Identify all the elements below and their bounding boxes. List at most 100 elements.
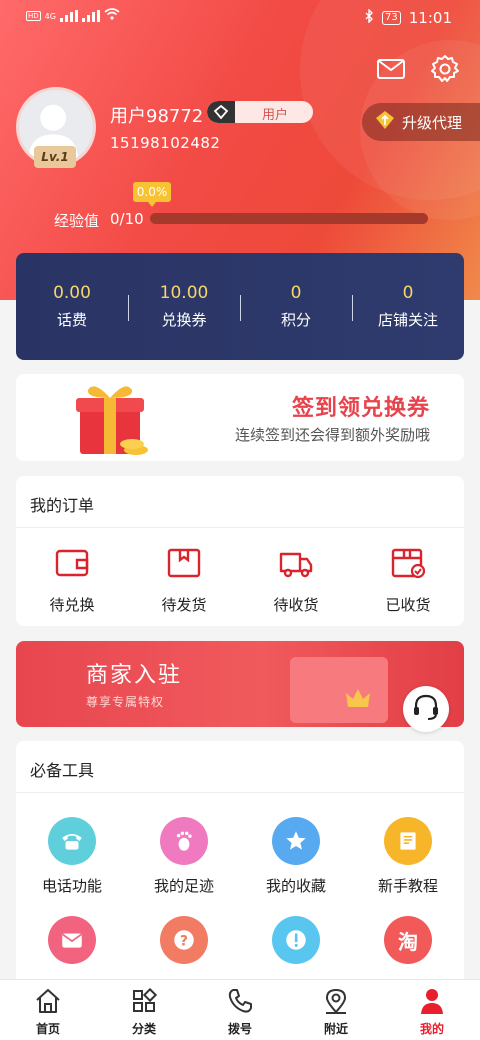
tools-title: 必备工具	[30, 761, 95, 780]
order-received[interactable]: 已收货	[352, 544, 464, 615]
person-icon	[417, 989, 447, 1020]
order-item-label: 待收货	[273, 596, 319, 614]
footprint-icon	[160, 817, 208, 865]
bottom-tab-bar: 首页 分类 拨号 附近 我的	[0, 979, 480, 1040]
stat-points[interactable]: 0 积分	[240, 283, 352, 330]
tool-footprints[interactable]: 我的足迹	[128, 817, 240, 896]
order-pending-receive[interactable]: 待收货	[240, 544, 352, 615]
tool-phone-function[interactable]: 电话功能	[16, 817, 128, 896]
tab-mine[interactable]: 我的	[384, 980, 480, 1040]
stat-label: 话费	[56, 311, 87, 329]
signin-banner[interactable]: 签到领兑换券 连续签到还会得到额外奖励哦	[16, 374, 464, 461]
tool-label: 新手教程	[377, 877, 438, 895]
signin-subtitle: 连续签到还会得到额外奖励哦	[234, 426, 430, 444]
tool-label: 我的足迹	[153, 877, 214, 895]
tool-tutorial[interactable]: 新手教程	[352, 817, 464, 896]
location-icon	[321, 988, 351, 1020]
stat-value: 10.00	[159, 283, 209, 303]
tool-help[interactable]: ?	[128, 916, 240, 964]
dial-icon	[225, 989, 255, 1020]
crown-card-image	[290, 657, 388, 723]
tool-messages[interactable]	[16, 916, 128, 964]
phone-number: 15198102482	[110, 134, 221, 152]
orders-card: 我的订单 待兑换 待发货 待收货 已收货	[16, 476, 464, 626]
username: 用户98772	[110, 106, 204, 127]
order-pending-redeem[interactable]: 待兑换	[16, 544, 128, 615]
upgrade-agent-label: 升级代理	[402, 113, 463, 132]
tool-favorites[interactable]: 我的收藏	[240, 817, 352, 896]
message-icon[interactable]	[376, 54, 406, 88]
stat-phone-credit[interactable]: 0.00 话费	[16, 283, 128, 330]
level-badge: Lv.1	[34, 146, 76, 168]
tab-home[interactable]: 首页	[0, 980, 96, 1040]
tool-notice[interactable]	[240, 916, 352, 964]
stat-followed-shops[interactable]: 0 店铺关注	[352, 283, 464, 330]
tool-label: 我的收藏	[265, 877, 326, 895]
star-icon	[272, 817, 320, 865]
tab-label: 拨号	[227, 1022, 252, 1036]
merchant-join-banner[interactable]: 商家入驻 尊享专属特权	[16, 641, 464, 727]
taobao-icon: 淘	[384, 916, 432, 964]
orders-title: 我的订单	[30, 496, 95, 515]
stat-value: 0	[290, 283, 302, 303]
tab-label: 首页	[35, 1022, 60, 1036]
signal-icon	[81, 10, 100, 22]
tab-nearby[interactable]: 附近	[288, 980, 384, 1040]
exp-label: 经验值	[54, 212, 100, 230]
wifi-icon	[104, 8, 120, 24]
settings-gear-icon[interactable]	[430, 54, 460, 88]
order-item-label: 待兑换	[49, 596, 95, 614]
stat-label: 积分	[280, 311, 311, 329]
tool-label: 电话功能	[41, 877, 102, 895]
received-box-icon	[389, 548, 427, 586]
status-bar: HD 4G 73 11:01	[0, 0, 480, 36]
merchant-banner-title: 商家入驻	[86, 663, 183, 688]
package-icon	[165, 548, 203, 586]
network-type: 4G	[44, 11, 56, 21]
account-stats: 0.00 话费 10.00 兑换券 0 积分 0 店铺关注	[16, 253, 464, 360]
tab-label: 分类	[131, 1022, 156, 1036]
stat-label: 兑换券	[161, 311, 207, 329]
role-badge: 用户	[207, 101, 313, 123]
stat-vouchers[interactable]: 10.00 兑换券	[128, 283, 240, 330]
signal-icon	[59, 10, 78, 22]
exp-value: 0/10	[110, 210, 144, 228]
phone-icon	[48, 817, 96, 865]
tab-dial[interactable]: 拨号	[192, 980, 288, 1040]
book-icon	[384, 817, 432, 865]
hd-icon: HD	[26, 11, 41, 21]
tab-label: 我的	[419, 1022, 444, 1036]
role-badge-label: 用户	[261, 108, 288, 123]
upgrade-agent-button[interactable]: 升级代理	[362, 103, 480, 141]
order-pending-ship[interactable]: 待发货	[128, 544, 240, 615]
svg-text:?: ?	[180, 933, 188, 949]
bluetooth-icon	[364, 8, 374, 27]
exp-percent-tip: 0.0%	[133, 182, 171, 207]
home-icon	[33, 989, 63, 1020]
signin-title: 签到领兑换券	[291, 396, 430, 421]
diamond-icon	[207, 101, 235, 123]
wallet-icon	[53, 549, 91, 586]
battery-icon: 73	[382, 11, 401, 25]
grid-icon	[129, 987, 159, 1020]
tool-taobao[interactable]: 淘	[352, 916, 464, 964]
clock-time: 11:01	[408, 9, 452, 27]
stat-value: 0	[402, 283, 414, 303]
order-item-label: 已收货	[385, 596, 431, 614]
mail-icon	[48, 916, 96, 964]
headset-icon	[411, 692, 441, 726]
divider	[16, 527, 464, 528]
truck-icon	[277, 552, 315, 586]
header-actions	[376, 54, 460, 88]
divider	[16, 792, 464, 793]
stat-value: 0.00	[53, 283, 91, 303]
stat-label: 店铺关注	[377, 311, 438, 329]
help-icon: ?	[160, 916, 208, 964]
tab-label: 附近	[323, 1022, 348, 1036]
tools-card: 必备工具 电话功能 我的足迹 我的收藏 新手教程 ? 淘	[16, 741, 464, 991]
info-icon	[272, 916, 320, 964]
merchant-banner-subtitle: 尊享专属特权	[86, 695, 165, 709]
customer-service-button[interactable]	[403, 686, 449, 732]
tab-category[interactable]: 分类	[96, 980, 192, 1040]
diamond-icon	[374, 109, 396, 135]
